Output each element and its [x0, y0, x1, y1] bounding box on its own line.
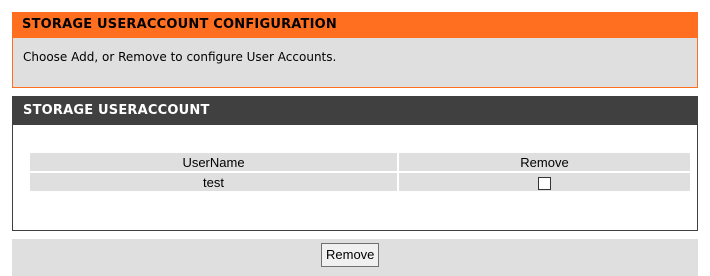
remove-checkbox[interactable]: [538, 176, 551, 190]
table-header-row: UserName Remove: [30, 153, 690, 171]
remove-cell: [399, 173, 690, 191]
column-header-remove: Remove: [399, 153, 690, 171]
remove-button[interactable]: Remove: [321, 243, 380, 267]
footer-bar: Remove: [12, 239, 698, 276]
table-row: test: [30, 173, 690, 191]
storage-useraccount-panel: STORAGE USERACCOUNT UserName Remove test: [12, 96, 698, 231]
column-header-username: UserName: [30, 153, 397, 171]
username-cell: test: [30, 173, 397, 191]
user-accounts-table: UserName Remove test: [28, 151, 692, 193]
config-section-description: Choose Add, or Remove to configure User …: [12, 37, 698, 88]
account-section-title: STORAGE USERACCOUNT: [13, 97, 697, 125]
config-section-title: STORAGE USERACCOUNT CONFIGURATION: [12, 12, 698, 37]
